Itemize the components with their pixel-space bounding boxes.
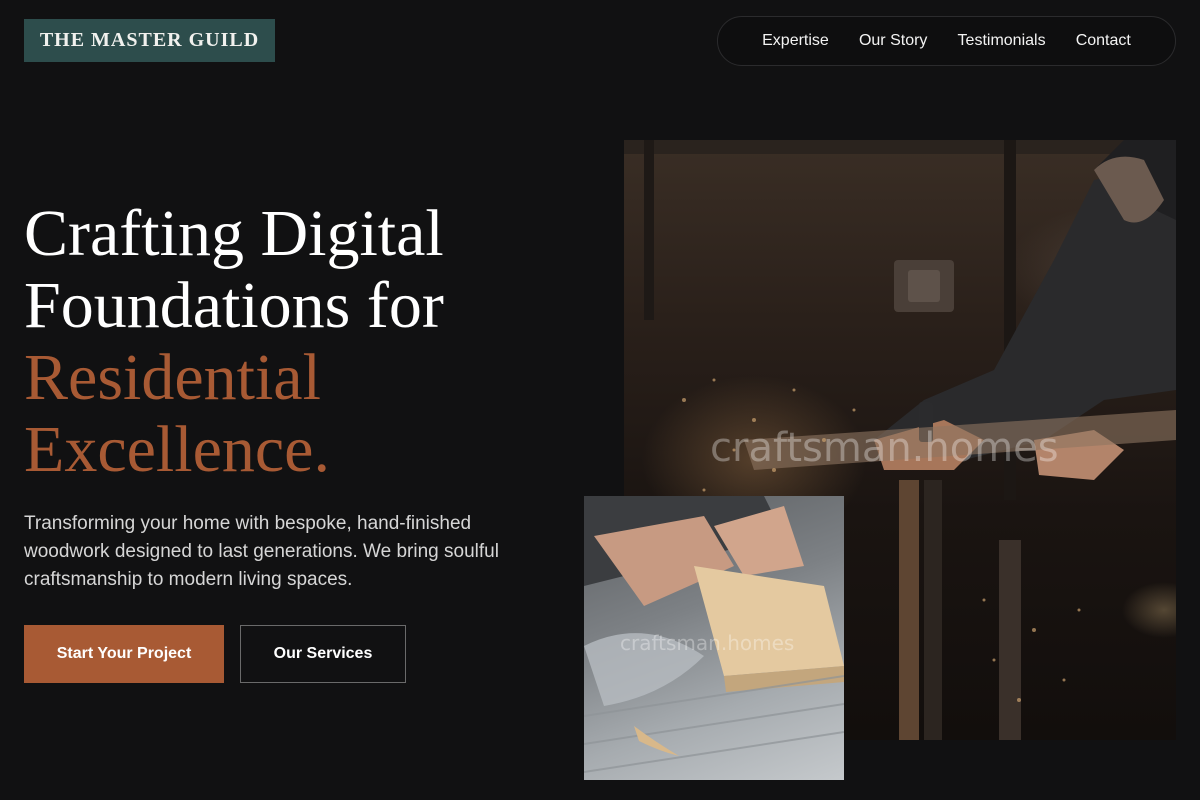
headline-line-2: Foundations for [24,269,444,342]
small-image-watermark: craftsman.homes [620,631,795,655]
nav-link-our-story[interactable]: Our Story [859,32,927,50]
headline-line-1: Crafting Digital [24,197,444,270]
main-nav: Expertise Our Story Testimonials Contact [717,16,1176,66]
nav-link-expertise[interactable]: Expertise [762,32,829,50]
hero-subtext: Transforming your home with bespoke, han… [24,513,499,590]
hero-headline: Crafting Digital Foundations for Residen… [24,198,584,486]
main-image-watermark: craftsman.homes [710,425,1059,471]
start-project-button[interactable]: Start Your Project [24,625,224,683]
headline-accent-line-1: Residential [24,341,321,414]
site-logo[interactable]: THE MASTER GUILD [24,19,275,62]
hero-image-table-saw: craftsman.homes [584,496,844,780]
our-services-button[interactable]: Our Services [240,625,406,683]
nav-link-testimonials[interactable]: Testimonials [958,32,1046,50]
headline-accent-line-2: Excellence. [24,413,330,486]
nav-link-contact[interactable]: Contact [1076,32,1131,50]
